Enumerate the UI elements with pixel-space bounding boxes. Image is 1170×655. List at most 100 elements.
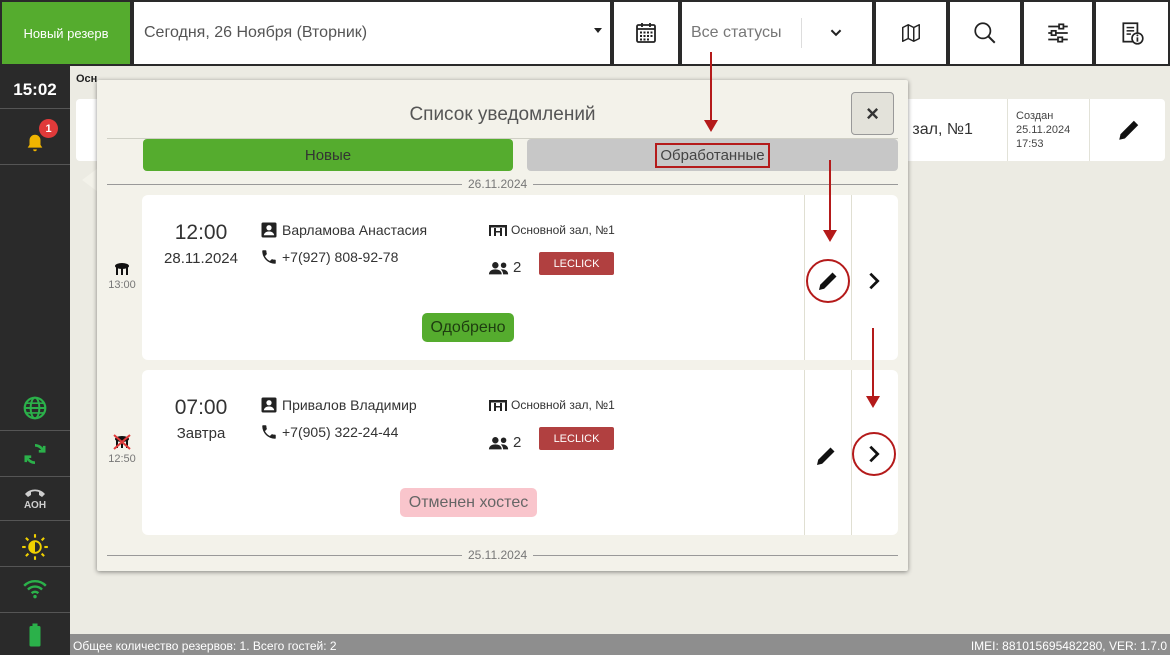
status-badge: Отменен хостес [400,488,537,517]
divider [1089,99,1090,161]
divider [0,430,70,431]
chevron-right-icon [869,272,880,290]
date-separator-label: 25.11.2024 [462,548,534,562]
brightness-button[interactable] [0,530,70,564]
search-button[interactable] [950,2,1020,64]
hall-icon [489,225,507,236]
divider [0,612,70,613]
table-cancelled-icon [113,434,131,450]
guest-phone: +7(905) 322-24-44 [260,423,398,441]
device-info: IMEI: 881015695482280, VER: 1.7.0 [970,639,1167,653]
hall-info: Основной зал, №1 [488,398,615,412]
open-details-button[interactable] [852,261,896,301]
date-selector[interactable]: Сегодня, 26 Ноября (Вторник) [134,2,610,64]
date-separator: 25.11.2024 [107,548,898,562]
pencil-icon [817,447,835,465]
calendar-icon [636,23,656,43]
chevron-right-icon [869,445,880,463]
table-icon [115,263,129,275]
status-filter-value: Все статусы [691,24,782,41]
guest-name-text: Варламова Анастасия [282,222,428,238]
edit-reservation-button[interactable] [1116,117,1142,148]
divider [0,566,70,567]
annotation-arrow [704,52,718,132]
phone-icon [262,250,276,264]
guest-phone-text: +7(905) 322-24-44 [282,424,399,440]
guest-name-text: Привалов Владимир [282,397,417,413]
hall-info: Основной зал, №1 [488,223,615,237]
sliders-icon [1048,23,1068,43]
date-selector-value: Сегодня, 26 Ноября (Вторник) [144,24,368,41]
open-details-button[interactable] [852,432,896,476]
hall-text: Основной зал, №1 [511,223,615,237]
notification-card[interactable]: 12:00 28.11.2024 Варламова Анастасия +7(… [142,195,898,360]
indicator-time: 13:00 [108,279,136,291]
caller-id-button[interactable] [0,484,70,500]
modal-pointer [82,168,98,192]
table-indicator: 12:50 [101,434,143,465]
contact-icon [261,397,277,413]
map-icon [902,24,920,42]
indicator-time: 12:50 [108,453,136,465]
reservation-summary: Общее количество резервов: 1. Всего гост… [73,639,337,653]
guest-count: 2 [488,259,521,276]
reservation-date: Завтра [176,425,226,442]
calendar-button[interactable] [614,2,678,64]
close-button[interactable]: × [851,92,894,135]
map-button[interactable] [876,2,946,64]
guest-phone: +7(927) 808-92-78 [260,248,398,266]
annotation-arrow [823,160,837,242]
clock: 15:02 [13,80,57,99]
table-indicator: 13:00 [101,262,143,291]
wifi-status [0,574,70,604]
phone-icon [262,425,276,439]
status-badge: Одобрено [422,313,514,342]
date-separator-label: 26.11.2024 [462,177,534,191]
edit-button[interactable] [806,436,846,476]
reservation-time: 12:00 [174,221,228,244]
guest-name: Привалов Владимир [260,396,417,414]
top-bar: Новый резерв Сегодня, 26 Ноября (Вторник… [0,0,1170,66]
created-label: Создан [1016,110,1054,122]
modal-title: Список уведомлений [409,104,596,125]
notifications-modal: Список уведомлений × Новые Обработанные … [97,80,908,571]
guest-count-text: 2 [513,259,522,276]
divider [1007,99,1008,161]
battery-icon [29,623,41,647]
guest-count-text: 2 [513,434,522,451]
report-info-icon [1122,22,1144,45]
hall-icon [489,400,507,411]
phone-handset-icon [25,489,45,497]
people-icon [488,436,509,449]
created-time: 17:53 [1016,138,1044,150]
tab-new[interactable]: Новые [143,139,513,171]
source-badge: LECLICK [539,427,614,450]
guest-phone-text: +7(927) 808-92-78 [282,249,399,265]
annotation-arrow [866,328,880,408]
search-icon [974,22,996,44]
divider [804,195,805,360]
divider [0,164,70,165]
wifi-icon [23,580,47,599]
reservation-date: 28.11.2024 [164,250,238,267]
reservation-created: Создан 25.11.2024 17:53 [1016,109,1070,151]
reservation-time: 07:00 [174,396,228,419]
notification-card[interactable]: 07:00 Завтра Привалов Владимир +7(905) 3… [142,370,898,535]
hall-text: Основной зал, №1 [511,398,615,412]
sync-button[interactable] [0,438,70,470]
online-button[interactable] [0,392,70,424]
tab-processed[interactable]: Обработанные [527,139,898,171]
reservation-hall: й зал, №1 [899,121,973,138]
notifications-button[interactable] [0,126,70,160]
filter-settings-button[interactable] [1024,2,1092,64]
battery-status [0,622,70,648]
divider [801,18,802,48]
guest-name: Варламова Анастасия [260,221,427,239]
new-reservation-button[interactable]: Новый резерв [2,2,130,64]
created-date: 25.11.2024 [1016,124,1071,136]
edit-button[interactable] [806,259,850,303]
tab-processed-label: Обработанные [655,142,770,168]
notification-count-badge: 1 [39,119,58,138]
report-info-button[interactable] [1096,2,1168,64]
divider [0,476,70,477]
